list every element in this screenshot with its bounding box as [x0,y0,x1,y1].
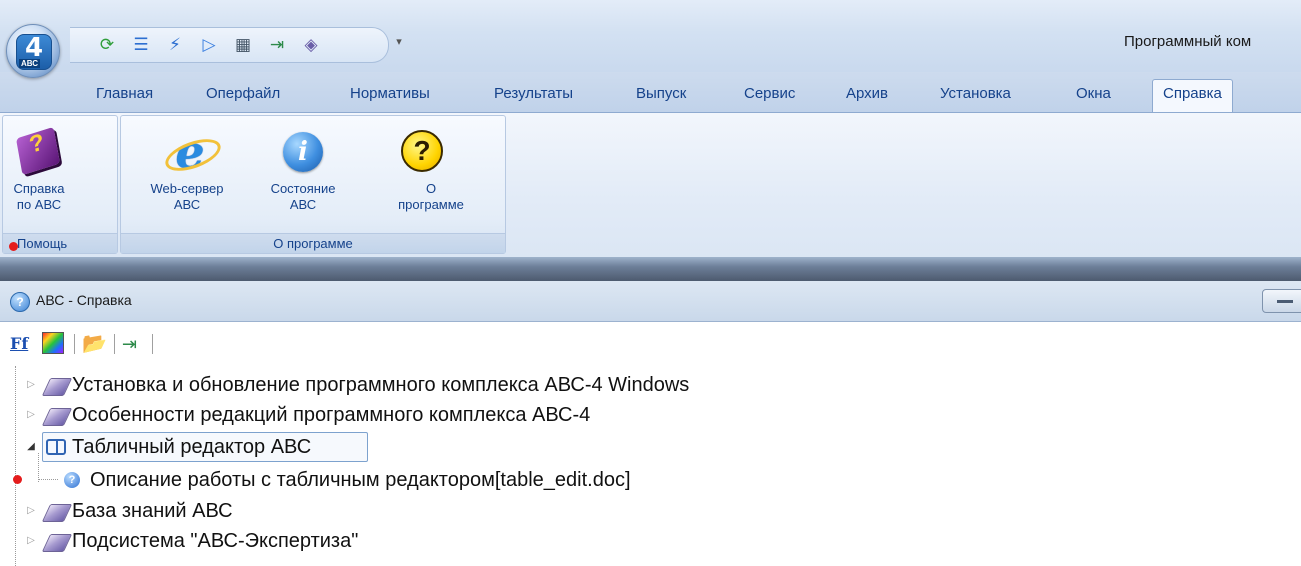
info-icon: i [283,132,323,172]
question-icon: ? [401,130,443,172]
title-bar: ⟳ ☰ ⚡ ▷ ▦ ⇥ ◈ ▾ Программный ком [0,0,1301,72]
help-circle-icon: ? [10,292,30,312]
tree-item-label: Подсистема "АВС-Экспертиза" [72,530,359,552]
tab-normatives[interactable]: Нормативы [340,80,440,110]
tree-item-label: Установка и обновление программного комп… [72,374,690,396]
refresh-icon[interactable]: ⟳ [98,36,116,54]
expand-arrow-icon[interactable]: ▷ [26,536,36,546]
help-window-title: АВС - Справка [36,292,132,308]
tab-operfile[interactable]: Оперфайл [196,80,290,110]
tab-help[interactable]: Справка [1152,79,1233,112]
marker-dot [9,242,18,251]
chart-icon[interactable]: ⚡ [166,36,184,54]
color-palette-icon[interactable] [42,332,64,356]
open-folder-icon[interactable]: 📂 [82,332,107,356]
tree-item-selected[interactable]: ◢ Табличный редактор АВС [0,432,900,462]
group-label-about: О программе [121,233,505,253]
quick-access-toolbar: ⟳ ☰ ⚡ ▷ ▦ ⇥ ◈ [70,27,389,63]
application-menu-button[interactable]: 4 АВС [6,24,60,78]
tree-item-child[interactable]: ? Описание работы с табличным редактором… [0,465,900,495]
status-abc-button[interactable]: i Состояние АВС [253,120,353,228]
help-book-icon: ? [15,126,61,176]
tab-archive[interactable]: Архив [836,80,898,110]
tree-item-label: Табличный редактор АВС [72,436,312,458]
font-settings-icon[interactable]: Ff [10,332,28,356]
ribbon-group-about: e Web-сервер АВС i Состояние АВС ? О про… [120,115,506,254]
tab-release[interactable]: Выпуск [626,80,696,110]
expand-arrow-icon[interactable]: ▷ [26,410,36,420]
document-help-icon: ? [64,472,80,488]
play-icon[interactable]: ▷ [200,36,218,54]
exit-icon[interactable]: ⇥ [122,332,137,356]
help-tree: ▷ Установка и обновление программного ко… [0,366,1301,566]
toolbar-separator [74,334,75,354]
web-server-label-1: Web-сервер [150,181,224,196]
ribbon-group-help: ? Справка по АВС Помощь [2,115,118,254]
expand-arrow-icon[interactable]: ▷ [26,380,36,390]
tree-item-label: Описание работы с табличным редактором[t… [90,469,631,491]
internet-explorer-icon: e [161,129,225,178]
help-window-title-bar: ? АВС - Справка [0,281,1301,322]
help-by-abc-label-2: по АВС [16,197,62,212]
window-title: Программный ком [1124,33,1252,50]
tab-home[interactable]: Главная [86,80,163,110]
tab-results[interactable]: Результаты [484,80,583,110]
status-abc-label-1: Состояние [270,181,336,196]
help-by-abc-button[interactable]: ? Справка по АВС [5,120,73,228]
web-server-button[interactable]: e Web-сервер АВС [125,120,249,228]
expand-arrow-icon[interactable]: ▷ [26,506,36,516]
group-label-help: Помощь [3,233,117,253]
app-logo-icon: 4 АВС [16,33,52,70]
tab-service[interactable]: Сервис [734,80,805,110]
table-icon[interactable]: ▦ [234,36,252,54]
help-toolbar: Ff 📂 ⇥ [0,322,1301,366]
about-program-label-2: программе [398,197,464,212]
web-server-label-2: АВС [173,197,201,212]
about-program-label-1: О [425,181,437,196]
ribbon-tabs: Главная Оперфайл Нормативы Результаты Вы… [0,72,1301,113]
quick-access-dropdown-icon[interactable]: ▾ [393,35,405,49]
tree-item[interactable]: ▷ Установка и обновление программного ко… [0,370,900,400]
book-closed-icon [41,408,73,426]
tree-item-label: Особенности редакций программного компле… [72,404,591,426]
filter-icon[interactable]: ◈ [302,36,320,54]
about-program-button[interactable]: ? О программе [389,120,473,228]
book-open-icon [46,439,66,455]
app-logo-text: АВС [19,59,41,68]
toolbar-separator [152,334,153,354]
tree-item[interactable]: ▷ Подсистема "АВС-Экспертиза" [0,526,900,556]
status-abc-label-2: АВС [289,197,317,212]
collapse-arrow-icon[interactable]: ◢ [26,442,36,452]
minimize-button[interactable] [1262,289,1301,313]
help-by-abc-label-1: Справка [13,181,65,196]
book-closed-icon [41,378,73,396]
tree-item-label: База знаний АВС [72,500,233,522]
book-closed-icon [41,534,73,552]
tree-view-icon[interactable]: ☰ [132,36,150,54]
tree-item[interactable]: ▷ База знаний АВС [0,496,900,526]
tree-item[interactable]: ▷ Особенности редакций программного комп… [0,400,900,430]
tab-install[interactable]: Установка [930,80,1021,110]
book-closed-icon [41,504,73,522]
ribbon-panel: ? Справка по АВС Помощь e Web-сервер АВС… [0,113,1301,257]
export-icon[interactable]: ⇥ [268,36,286,54]
toolbar-separator [114,334,115,354]
tab-windows[interactable]: Окна [1066,80,1121,110]
mdi-separator [0,257,1301,281]
